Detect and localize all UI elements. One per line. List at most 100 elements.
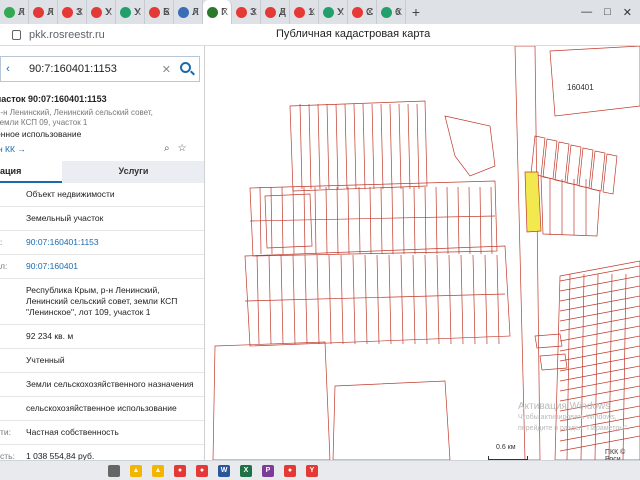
taskbar-app-icon[interactable]: P (262, 464, 274, 477)
parcel-strip (559, 285, 640, 302)
parcel-strip (256, 254, 260, 345)
attribute-value[interactable]: 90:07:160401:1153 (22, 231, 204, 254)
tab-close-icon[interactable]: X (193, 7, 199, 17)
parcel-strip (424, 254, 428, 345)
parcel-strip (496, 254, 500, 345)
attribute-value[interactable]: 90:07:160401 (22, 255, 204, 278)
parcel-strip (472, 254, 476, 345)
chevron-left-icon[interactable]: ‹ (1, 63, 15, 75)
parcel-strip (559, 295, 640, 312)
map-canvas[interactable]: 160401 (205, 46, 640, 460)
attribute-key (0, 349, 22, 372)
attribute-value: Частная собственность (26, 427, 119, 437)
tab-close-icon[interactable]: X (19, 7, 25, 17)
parcel-block[interactable] (244, 245, 511, 347)
parcel-strip (490, 186, 493, 255)
zoom-to-icon[interactable]: ⌕ (164, 143, 170, 154)
favicon-icon (149, 6, 160, 18)
tab-close-icon[interactable]: X (135, 7, 141, 17)
parcel-strip (358, 186, 361, 255)
tab-close-icon[interactable]: X (280, 7, 286, 17)
url-text[interactable]: pkk.rosreestr.ru (29, 29, 105, 41)
browser-tab[interactable]: 1X (290, 0, 319, 24)
selected-parcel[interactable] (524, 171, 542, 233)
favicon-icon (4, 6, 15, 18)
parcel-diagonal[interactable] (602, 153, 618, 195)
cadastral-map[interactable]: 160401 0.6 км Активация Windows Чтобы ак… (205, 46, 640, 460)
browser-tab[interactable]: БX (145, 0, 174, 24)
favicon-icon (236, 6, 247, 18)
browser-tab[interactable]: 6X (377, 0, 406, 24)
taskbar-app-icon[interactable]: ▲ (152, 464, 164, 477)
tab-close-icon[interactable]: X (222, 7, 228, 17)
taskbar-app-icon[interactable]: ▲ (130, 464, 142, 477)
attribute-key: ти: (0, 427, 12, 437)
road[interactable] (514, 46, 541, 460)
parcel-strip (416, 103, 420, 190)
new-tab-button[interactable]: + (406, 0, 426, 24)
object-link[interactable]: н КК → (0, 144, 26, 154)
parcel-strip (412, 254, 416, 345)
parcel-strip (317, 103, 321, 190)
taskbar-app-icon[interactable]: X (240, 464, 252, 477)
tab-info[interactable]: ация (0, 161, 62, 183)
taskbar-app-icon[interactable]: ● (196, 464, 208, 477)
browser-tab[interactable]: ЗX (232, 0, 261, 24)
parcel-diagonal[interactable] (542, 138, 558, 180)
taskbar-app-icon[interactable]: Y (306, 464, 318, 477)
parcel-strip (448, 254, 452, 345)
close-window-button[interactable]: ✕ (623, 6, 632, 19)
parcel-diagonal[interactable] (590, 150, 606, 192)
tab-close-icon[interactable]: X (309, 7, 315, 17)
attributes-table: Объект недвижимости Земельный участок: 90:… (0, 183, 204, 460)
parcel-strip (325, 186, 328, 255)
tab-close-icon[interactable]: X (251, 7, 257, 17)
taskbar-app-icon[interactable]: W (218, 464, 230, 477)
tab-close-icon[interactable]: X (106, 7, 112, 17)
star-icon[interactable]: ☆ (178, 143, 187, 154)
browser-tab[interactable]: УX (319, 0, 348, 24)
browser-tab[interactable]: ЛX (29, 0, 58, 24)
taskbar-app-icon[interactable]: ● (174, 464, 186, 477)
browser-tab[interactable]: ГX (203, 0, 232, 24)
search-box[interactable]: ‹ 90:7:160401:1153 ✕ (0, 56, 200, 82)
tab-close-icon[interactable]: X (338, 7, 344, 17)
parcel-strip (369, 186, 372, 255)
tab-services[interactable]: Услуги (62, 161, 204, 183)
quarter-block[interactable] (549, 46, 640, 117)
browser-tab[interactable]: СX (348, 0, 377, 24)
browser-tab[interactable]: УX (116, 0, 145, 24)
parcel-strip (353, 103, 357, 190)
parcel-large[interactable] (212, 341, 331, 460)
parcel-boundary (244, 293, 506, 302)
tab-close-icon[interactable]: X (396, 7, 402, 17)
address-bar[interactable]: pkk.rosreestr.ru Публичная кадастровая к… (0, 24, 640, 46)
parcel-large[interactable] (332, 380, 451, 460)
parcel-strip (268, 254, 272, 345)
tab-close-icon[interactable]: X (77, 7, 83, 17)
tab-close-icon[interactable]: X (48, 7, 54, 17)
parcel-irregular[interactable] (444, 115, 496, 177)
parcel-small[interactable] (539, 353, 568, 371)
parcel-diagonal[interactable] (530, 135, 546, 177)
maximize-button[interactable]: □ (604, 6, 611, 19)
taskbar-app-icon[interactable] (108, 464, 120, 477)
parcel-strip (376, 254, 380, 345)
attribute-row: Республика Крым, р-н Ленинский, Ленински… (0, 279, 204, 325)
search-icon[interactable] (180, 62, 191, 73)
parcel-diagonal[interactable] (554, 141, 570, 183)
tab-close-icon[interactable]: X (367, 7, 373, 17)
parcel-strip (280, 254, 284, 345)
browser-tab[interactable]: ЗX (58, 0, 87, 24)
parcel-strip (398, 103, 402, 190)
search-input[interactable]: 90:7:160401:1153 (29, 63, 117, 75)
minimize-button[interactable]: — (581, 6, 592, 19)
tab-close-icon[interactable]: X (164, 7, 170, 17)
attribute-value: Объект недвижимости (26, 189, 115, 199)
browser-tab[interactable]: ДX (261, 0, 290, 24)
clear-icon[interactable]: ✕ (162, 63, 171, 76)
taskbar-app-icon[interactable]: ● (284, 464, 296, 477)
browser-tab[interactable]: УX (87, 0, 116, 24)
browser-tab[interactable]: ЛX (174, 0, 203, 24)
browser-tab[interactable]: ЛX (0, 0, 29, 24)
